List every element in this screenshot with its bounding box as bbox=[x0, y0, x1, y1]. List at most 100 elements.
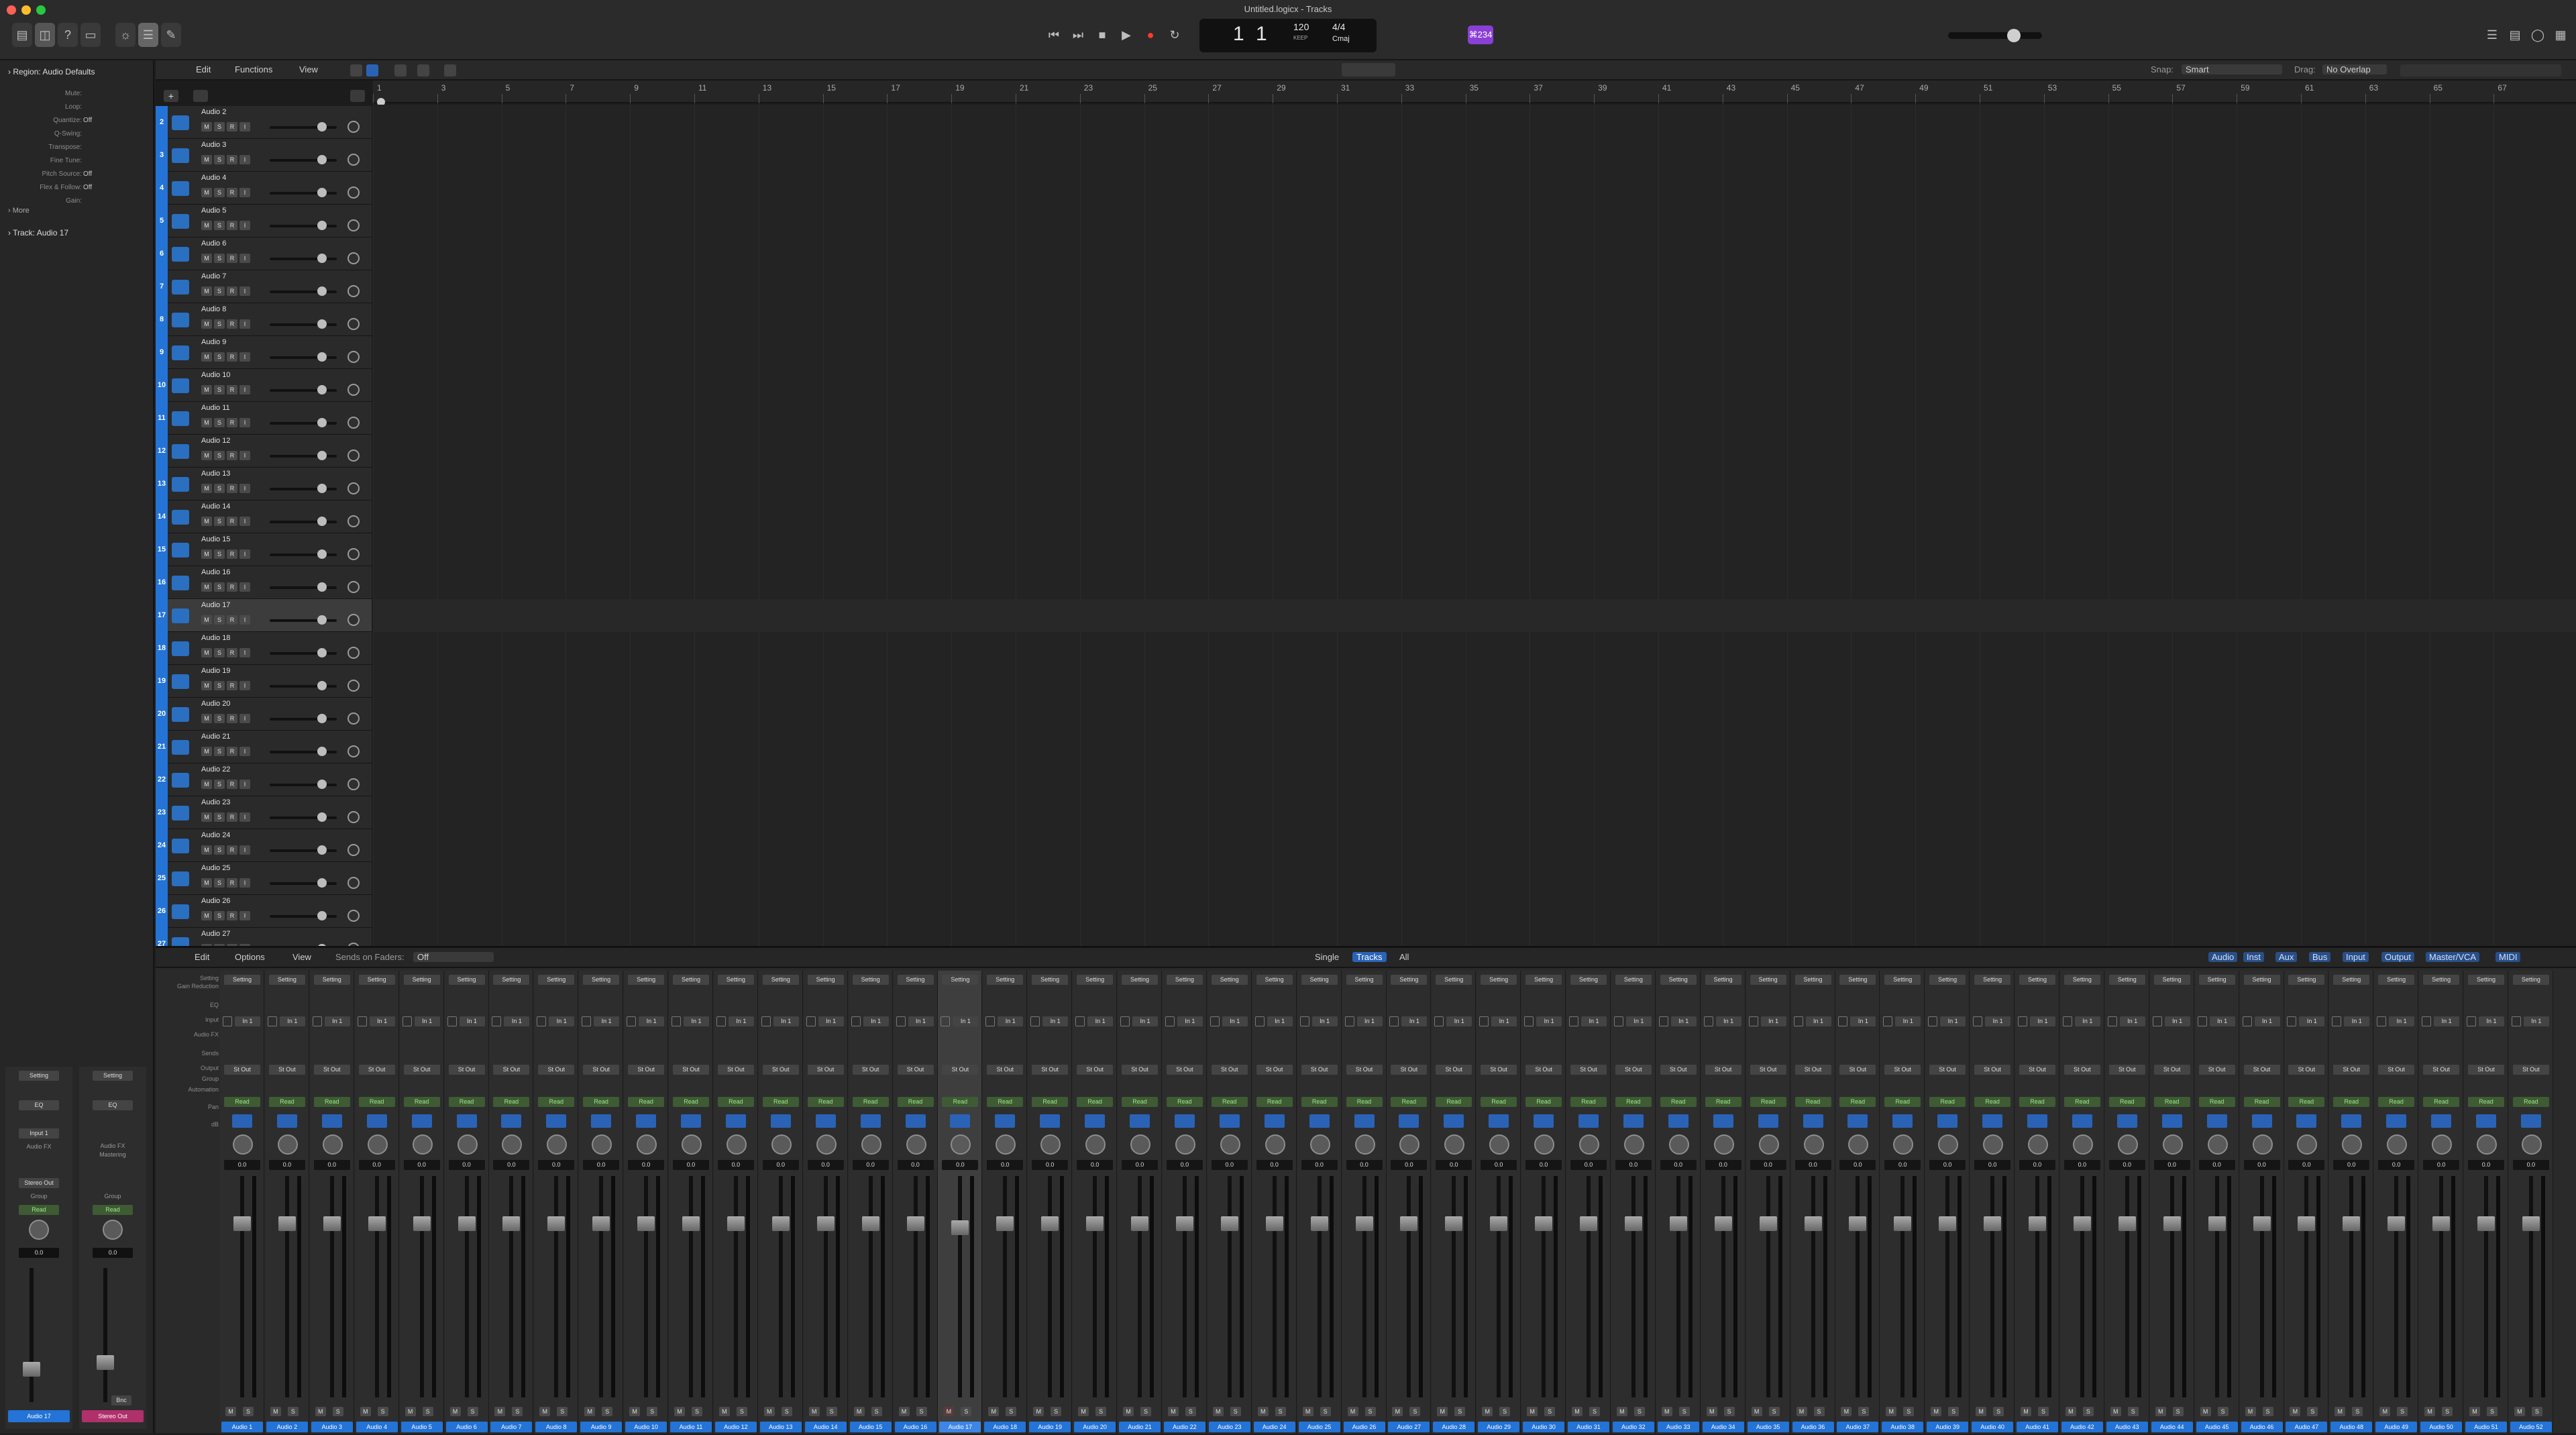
track-s-button[interactable]: S bbox=[214, 484, 225, 493]
channel-name[interactable]: Audio 7 bbox=[490, 1422, 533, 1432]
mute-button[interactable]: M bbox=[808, 1407, 820, 1416]
input-format-icon[interactable] bbox=[2287, 1016, 2297, 1026]
track-r-button[interactable]: R bbox=[227, 681, 237, 690]
volume-fader-track[interactable] bbox=[1945, 1176, 1950, 1397]
mute-button[interactable]: M bbox=[853, 1407, 865, 1416]
channel-name[interactable]: Audio 32 bbox=[1612, 1422, 1654, 1432]
mute-button[interactable]: M bbox=[1661, 1407, 1672, 1416]
track-m-button[interactable]: M bbox=[201, 911, 212, 920]
mixer-icon[interactable]: ☰ bbox=[138, 23, 158, 47]
track-pan-knob[interactable] bbox=[347, 548, 360, 560]
volume-fader-cap[interactable] bbox=[1086, 1216, 1104, 1231]
track-volume-slider[interactable] bbox=[270, 422, 337, 425]
input-monitor-icon[interactable] bbox=[501, 1114, 522, 1128]
track-row[interactable]: 5 Audio 5 MSRI bbox=[156, 205, 372, 237]
automation-mode[interactable]: Read bbox=[313, 1097, 350, 1107]
pan-knob[interactable] bbox=[1399, 1134, 1420, 1155]
automation-mode[interactable]: Read bbox=[1391, 1097, 1428, 1107]
solo-button[interactable]: S bbox=[826, 1407, 837, 1416]
track-m-button[interactable]: M bbox=[201, 845, 212, 855]
mute-button[interactable]: M bbox=[1123, 1407, 1134, 1416]
track-volume-slider[interactable] bbox=[270, 915, 337, 918]
solo-button[interactable]: S bbox=[332, 1407, 343, 1416]
setting-button[interactable]: Setting bbox=[2333, 975, 2370, 985]
solo-button[interactable]: S bbox=[2172, 1407, 2184, 1416]
mute-button[interactable]: M bbox=[1527, 1407, 1538, 1416]
track-m-button[interactable]: M bbox=[201, 122, 212, 131]
track-r-button[interactable]: R bbox=[227, 549, 237, 559]
volume-fader-cap[interactable] bbox=[502, 1216, 521, 1231]
input-monitor-icon[interactable] bbox=[950, 1114, 971, 1128]
track-i-button[interactable]: I bbox=[239, 254, 250, 263]
automation-mode[interactable]: Read bbox=[2378, 1097, 2415, 1107]
solo-button[interactable]: S bbox=[512, 1407, 523, 1416]
output-slot[interactable]: St Out bbox=[2512, 1065, 2549, 1075]
track-row[interactable]: 13 Audio 13 M S R I bbox=[156, 468, 372, 500]
setting-button[interactable]: Setting bbox=[942, 975, 979, 985]
setting-button[interactable]: Setting bbox=[1346, 975, 1383, 985]
pan-knob[interactable] bbox=[592, 1134, 612, 1155]
solo-button[interactable]: S bbox=[1185, 1407, 1196, 1416]
setting-button[interactable]: Setting bbox=[2108, 975, 2145, 985]
inspector-row[interactable]: Fine Tune: bbox=[0, 154, 154, 168]
track-volume-slider[interactable] bbox=[270, 718, 337, 721]
solo-button[interactable]: S bbox=[1364, 1407, 1376, 1416]
input-format-icon[interactable] bbox=[492, 1016, 502, 1026]
automation-mode[interactable]: Read bbox=[1839, 1097, 1876, 1107]
automation-mode[interactable]: Read bbox=[1974, 1097, 2011, 1107]
mute-button[interactable]: M bbox=[1841, 1407, 1852, 1416]
mute-button[interactable]: M bbox=[449, 1407, 461, 1416]
output-slot[interactable]: St Out bbox=[1077, 1065, 1114, 1075]
pan-knob[interactable] bbox=[1130, 1134, 1150, 1155]
track-row[interactable]: 12 Audio 12 M S R I bbox=[156, 435, 372, 468]
volume-fader-cap[interactable] bbox=[1759, 1216, 1777, 1231]
automation-mode[interactable]: Read bbox=[1256, 1097, 1293, 1107]
volume-fader-track[interactable] bbox=[1003, 1176, 1008, 1397]
pan-knob[interactable] bbox=[2028, 1134, 2048, 1155]
volume-fader-track[interactable] bbox=[1317, 1176, 1322, 1397]
input-monitor-icon[interactable] bbox=[1309, 1114, 1330, 1128]
channel-name[interactable]: Audio 2 bbox=[266, 1422, 308, 1432]
output-slot[interactable]: St Out bbox=[2423, 1065, 2460, 1075]
track-volume-knob[interactable] bbox=[317, 254, 327, 263]
setting-button[interactable]: Setting bbox=[1929, 975, 1966, 985]
volume-fader-track[interactable] bbox=[823, 1176, 828, 1397]
input-format-icon[interactable] bbox=[1075, 1016, 1085, 1026]
track-volume-knob[interactable] bbox=[317, 714, 327, 723]
volume-fader-cap[interactable] bbox=[1490, 1216, 1508, 1231]
solo-button[interactable]: S bbox=[2442, 1407, 2453, 1416]
channel-name[interactable]: Audio 37 bbox=[1837, 1422, 1879, 1432]
track-row[interactable]: 25 Audio 25 M S R I bbox=[156, 862, 372, 895]
input-format-icon[interactable] bbox=[2332, 1016, 2342, 1026]
channel-name[interactable]: Audio 47 bbox=[2286, 1422, 2328, 1432]
channel-name[interactable]: Audio 18 bbox=[984, 1422, 1026, 1432]
output-slot[interactable]: St Out bbox=[1346, 1065, 1383, 1075]
input-format-icon[interactable] bbox=[1569, 1016, 1578, 1026]
setting-button[interactable]: Setting bbox=[1705, 975, 1741, 985]
volume-fader-track[interactable] bbox=[1587, 1176, 1591, 1397]
output-slot[interactable]: St Out bbox=[2063, 1065, 2100, 1075]
solo-button[interactable]: S bbox=[1589, 1407, 1600, 1416]
volume-fader-track[interactable] bbox=[2439, 1176, 2444, 1397]
mute-button[interactable]: M bbox=[2065, 1407, 2076, 1416]
input-slot[interactable]: In 1 bbox=[908, 1016, 934, 1026]
track-r-button[interactable]: R bbox=[227, 155, 237, 164]
automation-mode[interactable]: Read bbox=[2288, 1097, 2325, 1107]
channel-name[interactable]: Audio 10 bbox=[625, 1422, 667, 1432]
automation-mode[interactable]: Read bbox=[2243, 1097, 2280, 1107]
track-s-button[interactable]: S bbox=[214, 352, 225, 362]
output-slot[interactable]: St Out bbox=[807, 1065, 844, 1075]
volume-fader-track[interactable] bbox=[1093, 1176, 1097, 1397]
track-volume-knob[interactable] bbox=[317, 911, 327, 920]
channel-name[interactable]: Audio 4 bbox=[356, 1422, 398, 1432]
input-monitor-icon[interactable] bbox=[456, 1114, 477, 1128]
track-pan-knob[interactable] bbox=[347, 417, 360, 429]
lcd-display[interactable]: 1 1 120 KEEP 4/4 Cmaj bbox=[1199, 19, 1377, 52]
track-volume-knob[interactable] bbox=[317, 681, 327, 690]
track-volume-knob[interactable] bbox=[317, 615, 327, 625]
automation-mode[interactable]: Read bbox=[942, 1097, 979, 1107]
setting-button[interactable]: Setting bbox=[93, 1071, 133, 1081]
input-format-icon[interactable] bbox=[761, 1016, 771, 1026]
input-slot[interactable]: In 1 bbox=[2299, 1016, 2325, 1026]
global-tracks-button[interactable] bbox=[350, 90, 365, 102]
